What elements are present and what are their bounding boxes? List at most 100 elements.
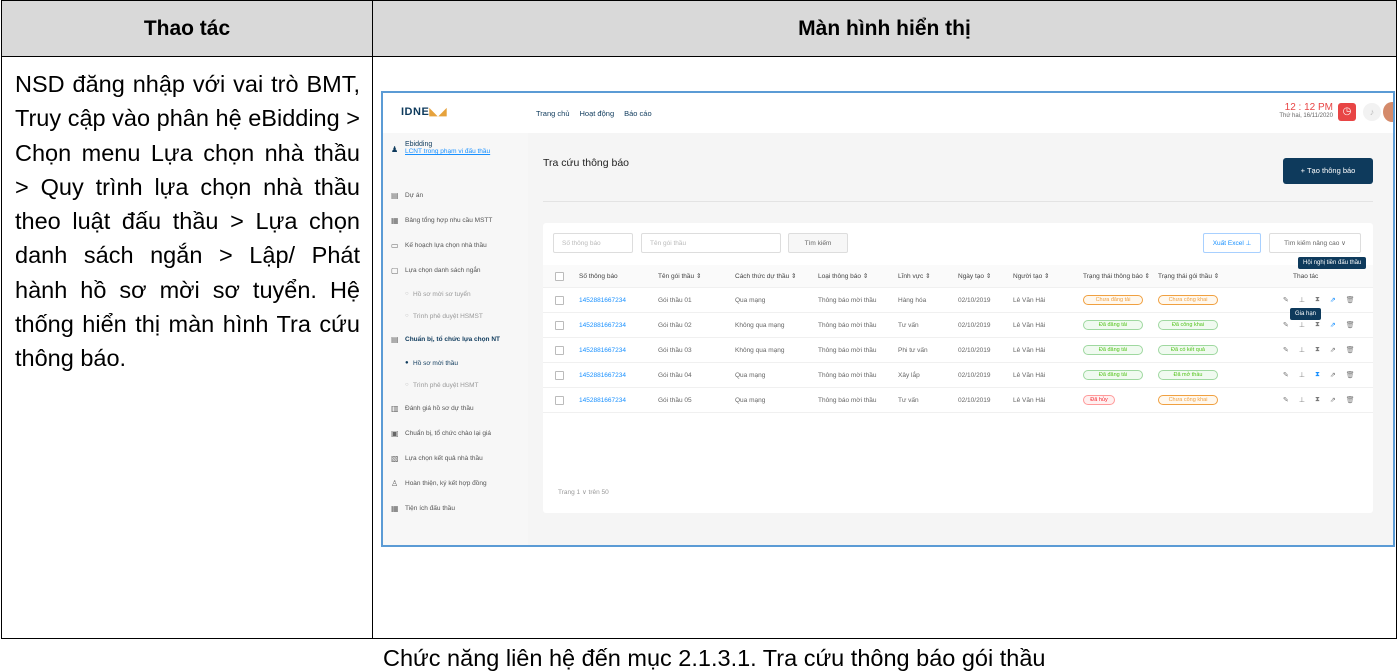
advanced-search-button[interactable]: Tìm kiếm nâng cao ∨	[1269, 233, 1361, 253]
cell-name: Gói thầu 01	[658, 296, 692, 304]
sidebar-item-label: Lựa chọn danh sách ngắn	[405, 267, 481, 274]
row-checkbox[interactable]	[555, 345, 564, 355]
table-row[interactable]: 1452881667234 Gói thầu 03 Không qua mạng Th…	[543, 338, 1373, 363]
nav-item[interactable]: Hoạt động	[580, 109, 615, 118]
edit-icon[interactable]: ✎	[1283, 346, 1289, 354]
sidebar-item[interactable]: ▭ Kế hoạch lựa chọn nhà thầu	[391, 233, 528, 258]
hourglass-icon[interactable]: ⧗	[1315, 396, 1320, 404]
trash-icon[interactable]: 🗑	[1346, 321, 1355, 329]
app-logo[interactable]: IDNE◣◢	[401, 105, 447, 118]
pagination[interactable]: Trang 1 ∨ trên 50	[558, 488, 609, 496]
hourglass-icon[interactable]: ⧗	[1315, 371, 1320, 379]
edit-icon[interactable]: ✎	[1283, 321, 1289, 329]
search-button[interactable]: Tìm kiếm	[788, 233, 848, 253]
status-badge: Đã mở thầu	[1158, 370, 1218, 380]
table-row[interactable]: 1452881667234 Gói thầu 04 Qua mạng Thông bá…	[543, 363, 1373, 388]
bullet-icon: ●	[405, 360, 409, 366]
column-header[interactable]: Ngày tạo ⇕	[958, 265, 991, 287]
result-icon: ▧	[391, 454, 399, 463]
trash-icon[interactable]: 🗑	[1346, 371, 1355, 379]
cell-package_status: Chưa công khai	[1158, 388, 1218, 412]
download-icon[interactable]: ⊥	[1299, 396, 1305, 404]
cell-field: Xây lắp	[898, 371, 920, 379]
column-header[interactable]: Lĩnh vực ⇕	[898, 265, 931, 287]
sidebar-item-label: Hồ sơ mời thầu	[413, 359, 459, 367]
document-table: Thao tác Màn hình hiển thị NSD đăng nhập…	[1, 0, 1397, 671]
trash-icon[interactable]: 🗑	[1346, 296, 1355, 304]
package-name-input[interactable]: Tên gói thầu	[641, 233, 781, 253]
sidebar-item[interactable]: ♙ Hoàn thiện, ký kết hợp đồng	[391, 471, 528, 496]
edit-icon[interactable]: ✎	[1283, 371, 1289, 379]
column-header[interactable]: Cách thức dự thầu ⇕	[735, 265, 796, 287]
select-all-checkbox[interactable]	[555, 271, 564, 281]
share-icon[interactable]: ⇗	[1330, 396, 1336, 404]
column-header[interactable]: Trạng thái thông báo ⇕	[1083, 265, 1150, 287]
edit-icon[interactable]: ✎	[1283, 296, 1289, 304]
sidebar-item[interactable]: ○ Trình phê duyệt HSMST	[391, 305, 528, 327]
cell-number[interactable]: 1452881667234	[579, 363, 626, 387]
edit-icon[interactable]: ✎	[1283, 396, 1289, 404]
sidebar-item[interactable]: ○ Hồ sơ mời sơ tuyển	[391, 283, 528, 305]
row-checkbox[interactable]	[555, 395, 564, 405]
row-checkbox[interactable]	[555, 295, 564, 305]
download-icon[interactable]: ⊥	[1299, 371, 1305, 379]
trash-icon[interactable]: 🗑	[1346, 396, 1355, 404]
hourglass-icon[interactable]: ⧗	[1315, 296, 1320, 304]
row-checkbox[interactable]	[555, 370, 564, 380]
share-icon[interactable]: ⇗	[1330, 296, 1336, 304]
sidebar-item-label: Chuẩn bị, tổ chức chào lại giá	[405, 430, 492, 437]
page-title: Tra cứu thông báo	[543, 157, 630, 169]
nav-item[interactable]: Báo cáo	[624, 109, 652, 118]
cell-name: Gói thầu 05	[658, 396, 692, 404]
column-header[interactable]: Trạng thái gói thầu ⇕	[1158, 265, 1219, 287]
sidebar-item[interactable]: ▦ Bảng tổng hợp nhu cầu MSTT	[391, 208, 528, 233]
hourglass-icon[interactable]: ⧗	[1315, 321, 1320, 329]
cell-date: 02/10/2019	[958, 371, 991, 379]
trash-icon[interactable]: 🗑	[1346, 346, 1355, 354]
alarm-clock-icon[interactable]: ◷	[1338, 103, 1356, 121]
avatar[interactable]	[1383, 102, 1393, 122]
sidebar-item[interactable]: ▤ Dự án	[391, 183, 528, 208]
cell-number[interactable]: 1452881667234	[579, 313, 626, 337]
header-operation: Thao tác	[1, 0, 373, 57]
sidebar-module[interactable]: ♟ Ebidding LCNT trong phạm vi đấu thầu	[391, 141, 526, 155]
table-row[interactable]: 1452881667234 Gói thầu 01 Qua mạng Thông bá…	[543, 288, 1373, 313]
notice-number-input[interactable]: Số thông báo	[553, 233, 633, 253]
sidebar-item[interactable]: ▤ Chuẩn bị, tổ chức lựa chọn NT	[391, 327, 528, 352]
table-row[interactable]: 1452881667234 Gói thầu 05 Qua mạng Thông bá…	[543, 388, 1373, 413]
create-notice-button[interactable]: + Tạo thông báo	[1283, 158, 1373, 184]
table-header-row: Số thông báo Tên gói thầu ⇕ Cách thức dự t…	[543, 265, 1373, 288]
cell-notice_status: Chưa đăng tải	[1083, 288, 1143, 312]
column-header[interactable]: Loại thông báo ⇕	[818, 265, 868, 287]
sidebar-item[interactable]: ▧ Lựa chọn kết quả nhà thầu	[391, 446, 528, 471]
share-icon[interactable]: ⇗	[1330, 321, 1336, 329]
column-header[interactable]: Tên gói thầu ⇕	[658, 265, 701, 287]
row-checkbox[interactable]	[555, 320, 564, 330]
sidebar-item[interactable]: ○ Trình phê duyệt HSMT	[391, 374, 528, 396]
download-icon[interactable]: ⊥	[1299, 321, 1305, 329]
sidebar-item[interactable]: ● Hồ sơ mời thầu	[391, 352, 528, 374]
instruction-cell: NSD đăng nhập với vai trò BMT, Truy cập …	[1, 56, 373, 639]
column-header[interactable]: Số thông báo	[579, 265, 618, 287]
share-icon[interactable]: ⇗	[1330, 346, 1336, 354]
module-link[interactable]: LCNT trong phạm vi đấu thầu	[405, 148, 526, 155]
cell-number[interactable]: 1452881667234	[579, 338, 626, 362]
nav-item[interactable]: Trang chủ	[536, 109, 570, 118]
bell-icon[interactable]: ♪	[1363, 103, 1381, 121]
sidebar-item[interactable]: ▦ Tiện ích đấu thầu	[391, 496, 528, 521]
column-header[interactable]: Người tạo ⇕	[1013, 265, 1049, 287]
download-icon[interactable]: ⊥	[1299, 296, 1305, 304]
table-row[interactable]: 1452881667234 Gói thầu 02 Không qua mạng Th…	[543, 313, 1373, 338]
export-excel-button[interactable]: Xuất Excel ⊥	[1203, 233, 1261, 253]
sidebar-item[interactable]: ▣ Chuẩn bị, tổ chức chào lại giá	[391, 421, 528, 446]
download-icon[interactable]: ⊥	[1299, 346, 1305, 354]
hourglass-icon[interactable]: ⧗	[1315, 346, 1320, 354]
sidebar-item[interactable]: ▢ Lựa chọn danh sách ngắn	[391, 258, 528, 283]
cell-number[interactable]: 1452881667234	[579, 288, 626, 312]
status-badge: Đã hủy	[1083, 395, 1115, 405]
sidebar-item-label: Chuẩn bị, tổ chức lựa chọn NT	[405, 336, 500, 343]
sidebar-item-label: Dự án	[405, 192, 424, 199]
sidebar-item[interactable]: ▥ Đánh giá hồ sơ dự thầu	[391, 396, 528, 421]
cell-number[interactable]: 1452881667234	[579, 388, 626, 412]
share-icon[interactable]: ⇗	[1330, 371, 1336, 379]
